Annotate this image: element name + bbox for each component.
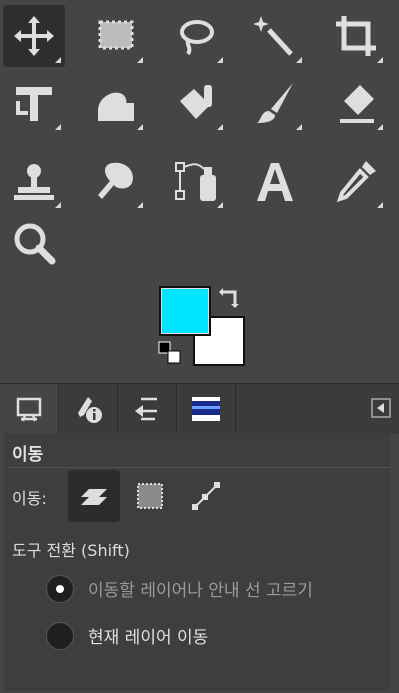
- tab-undo-history[interactable]: [118, 384, 177, 434]
- warp-tool-icon: [98, 92, 134, 121]
- transform-tool-button[interactable]: [3, 72, 65, 134]
- fuzzy-select-tool-icon: [253, 16, 293, 56]
- free-select-tool-icon: [180, 20, 214, 56]
- smudge-tool-icon: [98, 162, 133, 199]
- bucket-fill-tool-button[interactable]: [165, 72, 227, 134]
- tab-device-status[interactable]: [59, 384, 118, 434]
- path-mode-icon: [192, 482, 220, 510]
- tool-options-title: 이동: [12, 445, 44, 465]
- color-picker-tool-button[interactable]: [325, 150, 387, 212]
- radio-move-active-layer[interactable]: [46, 622, 74, 650]
- color-picker-tool-icon: [336, 161, 376, 203]
- paintbrush-tool-button[interactable]: [244, 72, 306, 134]
- paths-tool-icon: [175, 162, 216, 201]
- tool-toggle-label: 도구 전환 (Shift): [12, 541, 130, 560]
- zoom-tool-icon: [14, 223, 56, 265]
- clone-tool-icon: [14, 164, 54, 200]
- tab-images[interactable]: [177, 384, 236, 434]
- eraser-tool-button[interactable]: [325, 72, 387, 134]
- move-mode-label: 이동:: [12, 489, 47, 508]
- move-layer-mode-button[interactable]: [68, 470, 120, 522]
- text-tool-button[interactable]: [244, 150, 306, 212]
- eraser-tool-icon: [340, 85, 374, 123]
- text-tool-icon: [257, 163, 293, 201]
- rect-select-tool-button[interactable]: [85, 5, 147, 67]
- images-tab-icon: [192, 397, 220, 421]
- radio-pick-layer-or-guide-label: 이동할 레이어나 안내 선 고르기: [88, 581, 313, 601]
- swap-colors-icon[interactable]: [219, 284, 243, 308]
- selection-mode-icon: [137, 483, 163, 509]
- radio-selected-dot: [56, 585, 64, 593]
- fuzzy-select-tool-button[interactable]: [244, 5, 306, 67]
- tab-tool-options[interactable]: [0, 384, 59, 434]
- device-status-tab-icon: [78, 397, 102, 423]
- paintbrush-tool-icon: [257, 83, 293, 123]
- tool-options-tab-icon: [16, 397, 42, 422]
- layer-mode-icon: [81, 489, 107, 505]
- crop-tool-button[interactable]: [325, 5, 387, 67]
- default-colors-icon[interactable]: [158, 341, 182, 365]
- transform-tool-icon: [16, 87, 52, 121]
- crop-tool-icon: [336, 16, 376, 56]
- move-tool-icon: [14, 16, 54, 56]
- divider: [8, 467, 390, 468]
- undo-history-tab-icon: [135, 397, 157, 421]
- move-path-mode-button[interactable]: [180, 470, 232, 522]
- radio-move-active-layer-label: 현재 레이어 이동: [88, 628, 209, 648]
- radio-pick-layer-or-guide[interactable]: [46, 575, 74, 603]
- dock-tab-bar: [0, 383, 399, 434]
- paths-tool-button[interactable]: [165, 150, 227, 212]
- zoom-tool-button[interactable]: [3, 212, 65, 274]
- foreground-color-swatch[interactable]: [159, 286, 211, 336]
- move-selection-mode-button[interactable]: [124, 470, 176, 522]
- bucket-fill-tool-icon: [180, 85, 212, 119]
- smudge-tool-button[interactable]: [85, 150, 147, 212]
- clone-tool-button[interactable]: [3, 150, 65, 212]
- rect-select-tool-icon: [98, 20, 134, 50]
- free-select-tool-button[interactable]: [165, 5, 227, 67]
- panel-menu-icon[interactable]: [371, 398, 391, 418]
- move-tool-button[interactable]: [3, 5, 65, 67]
- warp-tool-button[interactable]: [85, 72, 147, 134]
